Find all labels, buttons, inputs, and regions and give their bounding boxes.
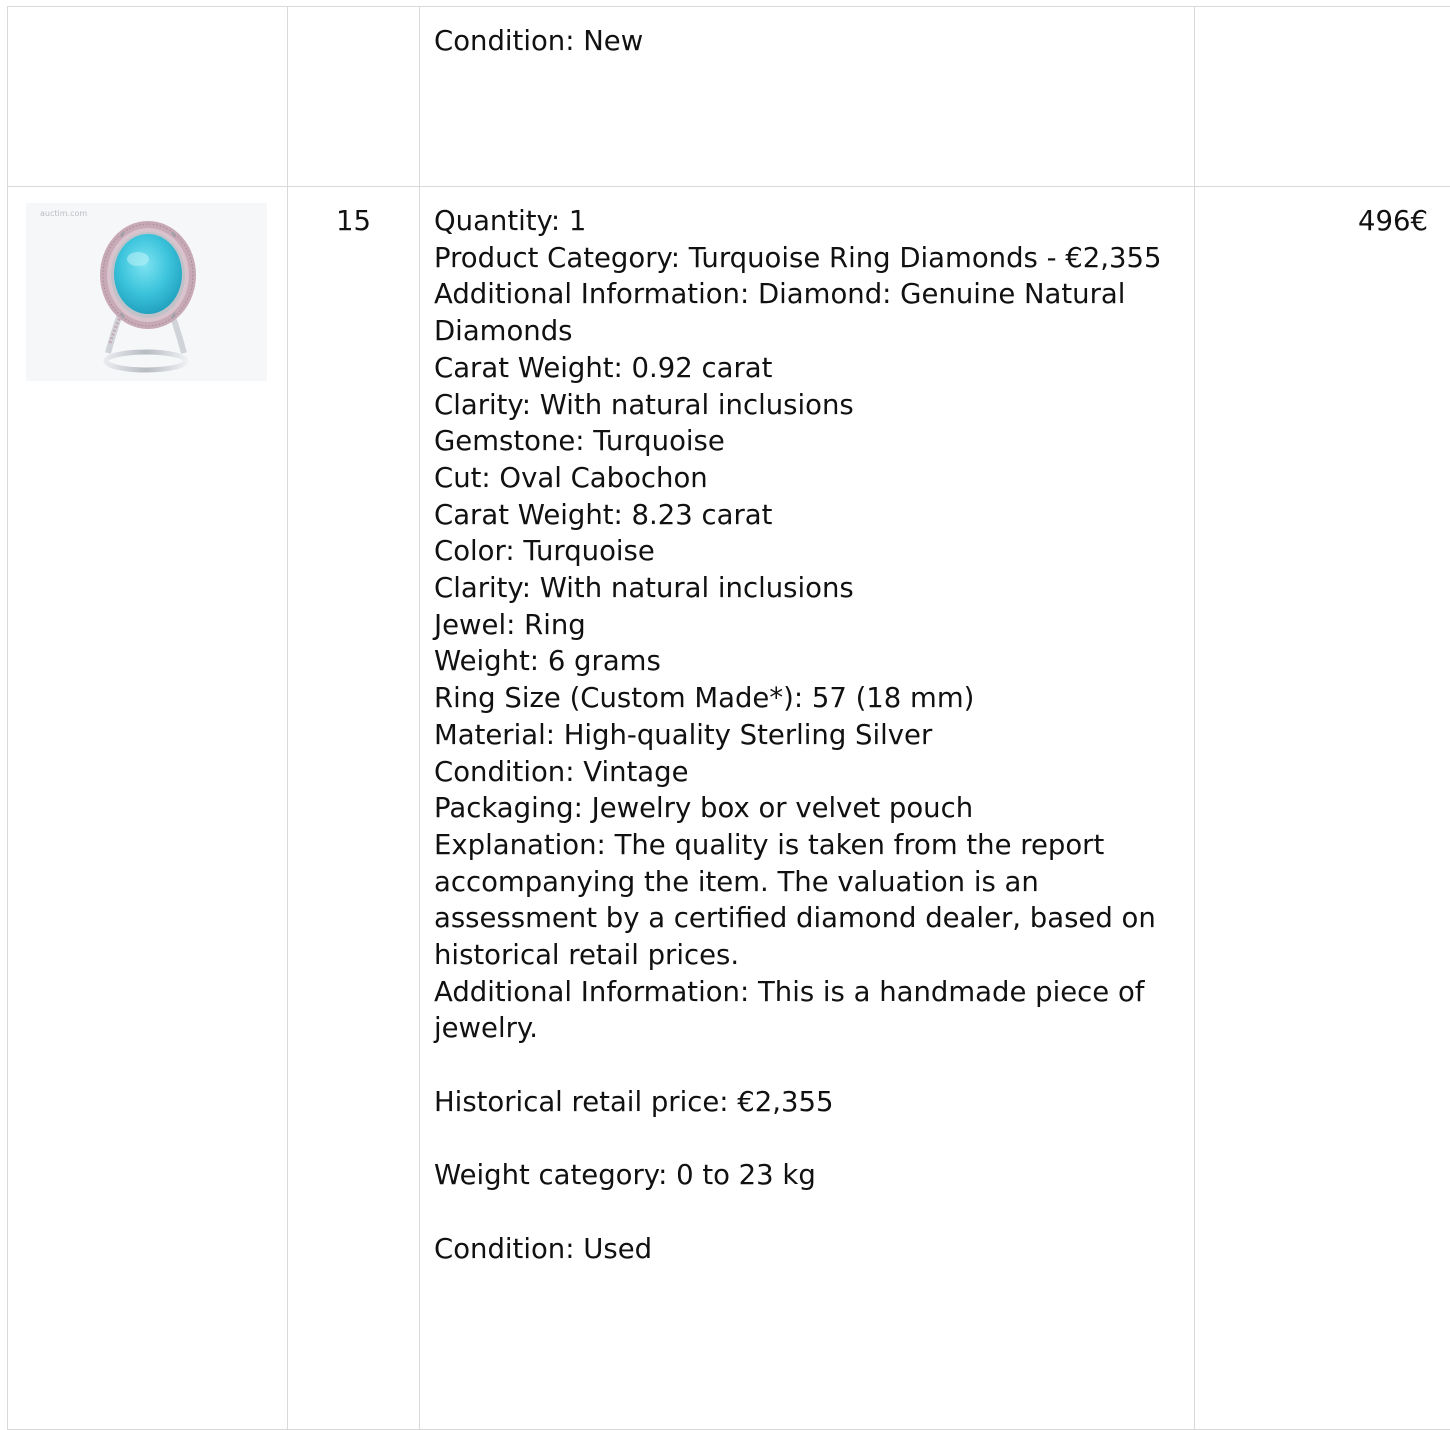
turquoise-ring-image <box>26 203 267 381</box>
description-line: Condition: New <box>434 23 1180 60</box>
description-explanation: Explanation: The quality is taken from t… <box>434 827 1180 974</box>
spacer <box>434 1194 1180 1231</box>
description-packaging: Packaging: Jewelry box or velvet pouch <box>434 790 1180 827</box>
description-carat-weight: Carat Weight: 0.92 carat <box>434 350 1180 387</box>
spacer <box>434 1121 1180 1158</box>
description-clarity: Clarity: With natural inclusions <box>434 570 1180 607</box>
description-color: Color: Turquoise <box>434 533 1180 570</box>
spacer <box>434 1047 1180 1084</box>
description-cut: Cut: Oval Cabochon <box>434 460 1180 497</box>
description-condition: Condition: Vintage <box>434 754 1180 791</box>
lot-description: Condition: New <box>420 7 1195 187</box>
table-row: Condition: New <box>8 7 1450 187</box>
lot-description: Quantity: 1 Product Category: Turquoise … <box>420 187 1195 1430</box>
description-material: Material: High-quality Sterling Silver <box>434 717 1180 754</box>
table-row: auctim.com <box>8 187 1450 1430</box>
lot-number: 15 <box>288 187 420 1430</box>
description-quantity: Quantity: 1 <box>434 203 1180 240</box>
description-additional-info: Additional Information: Diamond: Genuine… <box>434 276 1180 349</box>
lot-thumbnail[interactable]: auctim.com <box>26 203 267 381</box>
historical-retail-price: Historical retail price: €2,355 <box>434 1084 1180 1121</box>
lot-image-cell <box>8 7 288 187</box>
description-jewel: Jewel: Ring <box>434 607 1180 644</box>
lot-price <box>1195 7 1450 187</box>
description-additional-info: Additional Information: This is a handma… <box>434 974 1180 1047</box>
description-ring-size: Ring Size (Custom Made*): 57 (18 mm) <box>434 680 1180 717</box>
lot-number <box>288 7 420 187</box>
description-weight: Weight: 6 grams <box>434 643 1180 680</box>
weight-category: Weight category: 0 to 23 kg <box>434 1157 1180 1194</box>
description-clarity: Clarity: With natural inclusions <box>434 387 1180 424</box>
description-category: Product Category: Turquoise Ring Diamond… <box>434 240 1180 277</box>
lots-table: Condition: New auctim.com <box>7 6 1450 1430</box>
item-condition: Condition: Used <box>434 1231 1180 1268</box>
lot-price: 496€ <box>1195 187 1450 1430</box>
description-carat-weight: Carat Weight: 8.23 carat <box>434 497 1180 534</box>
description-gemstone: Gemstone: Turquoise <box>434 423 1180 460</box>
lot-image-cell[interactable]: auctim.com <box>8 187 288 1430</box>
